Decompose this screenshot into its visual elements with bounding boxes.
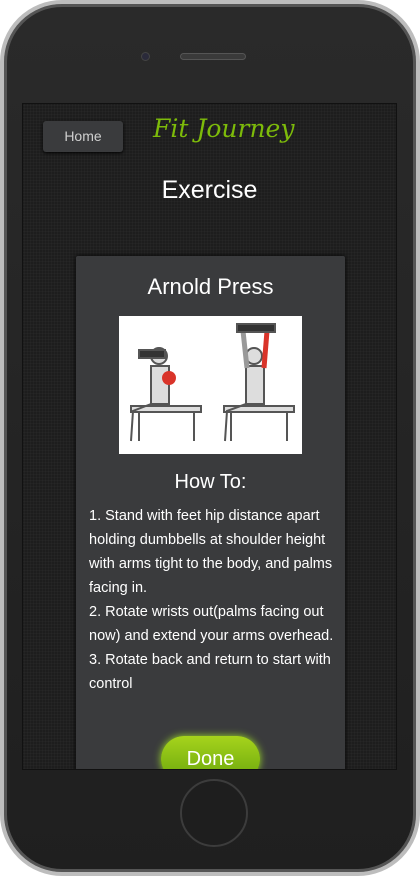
step-item: 3. Rotate back and return to start with … xyxy=(89,652,331,692)
exercise-name: Arnold Press xyxy=(147,274,274,299)
step-item: 1. Stand with feet hip distance apart ho… xyxy=(89,508,333,596)
device-home-button[interactable] xyxy=(180,779,248,847)
exercise-card: Arnold Press How To: 1. Stand with feet … xyxy=(76,256,345,769)
step-item: 2. Rotate wrists out(palms facing out no… xyxy=(89,604,334,644)
exercise-image xyxy=(119,316,302,454)
app-logo: Fit Journey xyxy=(153,114,295,143)
steps-list: 1. Stand with feet hip distance apart ho… xyxy=(89,504,339,696)
speaker-grille xyxy=(180,53,246,60)
howto-heading: How To: xyxy=(174,471,247,493)
home-button[interactable]: Home xyxy=(43,121,123,152)
done-button[interactable]: Done xyxy=(161,736,260,769)
page-title: Exercise xyxy=(161,176,258,204)
app-screen: Home Fit Journey Exercise Arnold Press H… xyxy=(22,103,397,770)
camera-icon xyxy=(141,52,150,61)
